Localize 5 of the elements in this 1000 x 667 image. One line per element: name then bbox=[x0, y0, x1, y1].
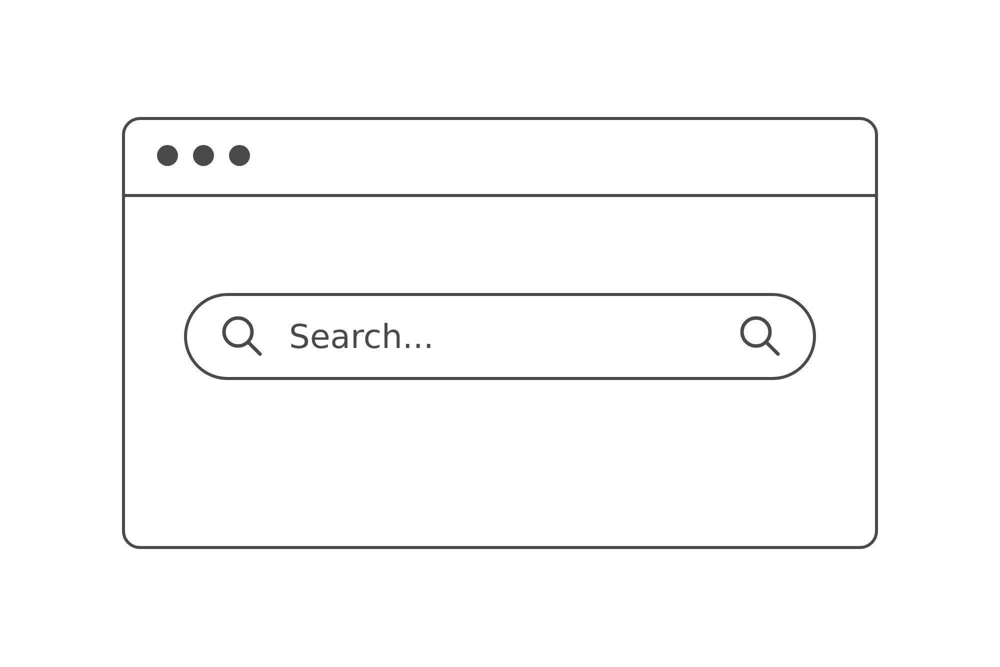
window-dot[interactable] bbox=[229, 144, 250, 166]
search-field[interactable]: Search... bbox=[184, 293, 816, 380]
search-input[interactable]: Search... bbox=[287, 316, 717, 357]
window-dot[interactable] bbox=[157, 144, 178, 166]
window-dot[interactable] bbox=[193, 144, 214, 166]
